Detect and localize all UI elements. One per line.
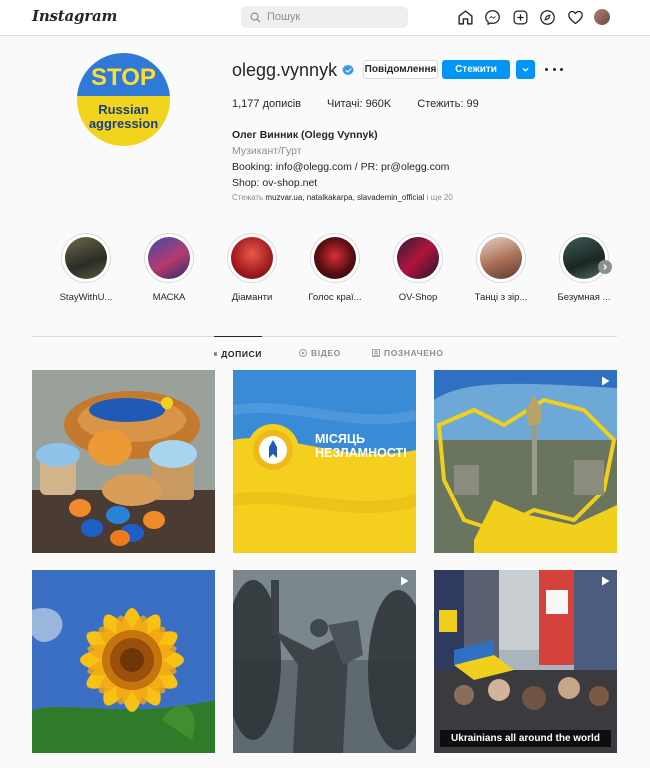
highlight-label: OV-Shop <box>398 292 438 303</box>
chevron-down-icon <box>522 67 529 72</box>
followed-by-suffix: і ще 20 <box>426 193 453 202</box>
post-kyiv-monument[interactable] <box>434 370 617 553</box>
highlight-item[interactable]: Діаманти <box>222 233 282 303</box>
highlight-item[interactable]: OV-Shop <box>388 233 448 303</box>
follow-button[interactable]: Стежити <box>442 60 510 79</box>
tab-tagged[interactable]: ПОЗНАЧЕНО <box>372 336 443 370</box>
post-sunflower[interactable] <box>32 570 215 753</box>
home-icon[interactable] <box>456 8 474 26</box>
instagram-logo[interactable]: Instagram <box>32 7 117 25</box>
post-text-line1: МІСЯЦЬ <box>315 432 366 446</box>
highlight-item[interactable]: МАСКА <box>139 233 199 303</box>
post-easter-bread[interactable] <box>32 370 215 553</box>
profile-picture-line1: Russian <box>98 102 149 117</box>
highlight-label: Безумная ... <box>557 292 611 303</box>
username-row: olegg.vynnyk <box>232 60 355 81</box>
explore-icon[interactable] <box>539 8 557 26</box>
tab-tagged-label: ПОЗНАЧЕНО <box>384 348 444 358</box>
profile-picture-subtext: Russian aggression <box>77 103 170 131</box>
tab-posts-label: ДОПИСИ <box>221 348 262 359</box>
message-button[interactable]: Повідомлення <box>363 60 438 79</box>
search-icon <box>250 12 261 23</box>
following-count[interactable]: Стежить: 99 <box>417 98 478 110</box>
more-options-icon[interactable] <box>545 61 563 77</box>
profile-picture-line2: aggression <box>88 116 159 131</box>
followed-by[interactable]: Стежать muzvar.ua, natalkakarpa, slavade… <box>232 193 453 202</box>
highlight-item[interactable]: StayWithU... <box>56 233 116 303</box>
reel-icon <box>602 376 610 386</box>
profile-picture[interactable]: STOP Russian aggression <box>77 53 170 146</box>
highlight-label: Голос краї... <box>308 292 362 303</box>
post-independence-month[interactable]: МІСЯЦЬ НЕЗЛАМНОСТІ <box>233 370 416 553</box>
suggested-accounts-button[interactable] <box>516 60 535 79</box>
post-ukrainians-rally[interactable]: Ukrainians all around the world <box>434 570 617 753</box>
bio-shop-line: Shop: ov-shop.net <box>232 177 318 189</box>
rally-image <box>434 570 617 753</box>
profile-username: olegg.vynnyk <box>232 60 338 80</box>
bio-full-name: Олег Винник (Olegg Vynnyk) <box>232 129 378 141</box>
top-navigation-bar: Instagram <box>0 0 650 36</box>
verified-badge-icon <box>342 64 354 76</box>
chevron-right-icon <box>603 264 608 270</box>
messenger-icon[interactable] <box>484 8 502 26</box>
tagged-icon <box>372 349 380 357</box>
profile-stats: 1,177 дописів Читачі: 960K Стежить: 99 <box>232 98 505 110</box>
profile-picture-stop-text: STOP <box>91 64 156 91</box>
kyiv-monument-image <box>434 370 617 553</box>
video-icon <box>299 349 307 357</box>
easter-bread-image <box>32 370 215 553</box>
followed-by-prefix: Стежать <box>232 193 264 202</box>
ukraine-flag-image <box>233 370 416 553</box>
post-text-line2: НЕЗЛАМНОСТІ <box>315 446 407 460</box>
tab-video-label: ВІДЕО <box>311 348 341 358</box>
profile-avatar[interactable] <box>593 9 610 25</box>
motherland-statue-image <box>233 570 416 753</box>
tab-posts[interactable]: ДОПИСИ <box>214 336 262 370</box>
activity-heart-icon[interactable] <box>566 8 584 26</box>
reel-icon <box>401 576 409 586</box>
highlight-label: Танці з зір... <box>474 292 528 303</box>
post-caption: Ukrainians all around the world <box>440 730 611 747</box>
post-independence-text: МІСЯЦЬ НЕЗЛАМНОСТІ <box>315 432 407 460</box>
new-post-icon[interactable] <box>511 8 529 26</box>
highlight-label: Діаманти <box>231 292 273 303</box>
posts-count: 1,177 дописів <box>232 98 302 110</box>
bio-booking-line: Booking: info@olegg.com / PR: pr@olegg.c… <box>232 161 450 173</box>
search-box[interactable] <box>241 6 408 28</box>
highlight-label: StayWithU... <box>59 292 113 303</box>
followers-count[interactable]: Читачі: 960K <box>327 98 391 110</box>
highlight-item[interactable]: Танці з зір... <box>471 233 531 303</box>
reel-icon <box>602 576 610 586</box>
search-input[interactable] <box>267 11 397 23</box>
bio-category: Музикант/Гурт <box>232 145 302 157</box>
sunflower-image <box>32 570 215 753</box>
highlight-label: МАСКА <box>152 292 186 303</box>
post-motherland-statue[interactable] <box>233 570 416 753</box>
highlights-next-button[interactable] <box>598 260 612 274</box>
highlight-item[interactable]: Голос краї... <box>305 233 365 303</box>
grid-icon <box>214 351 218 356</box>
tab-video[interactable]: ВІДЕО <box>299 336 341 370</box>
followed-by-names: muzvar.ua, natalkakarpa, slavademin_offi… <box>265 193 425 202</box>
profile-bio: Олег Винник (Olegg Vynnyk) Музикант/Гурт… <box>232 127 449 191</box>
